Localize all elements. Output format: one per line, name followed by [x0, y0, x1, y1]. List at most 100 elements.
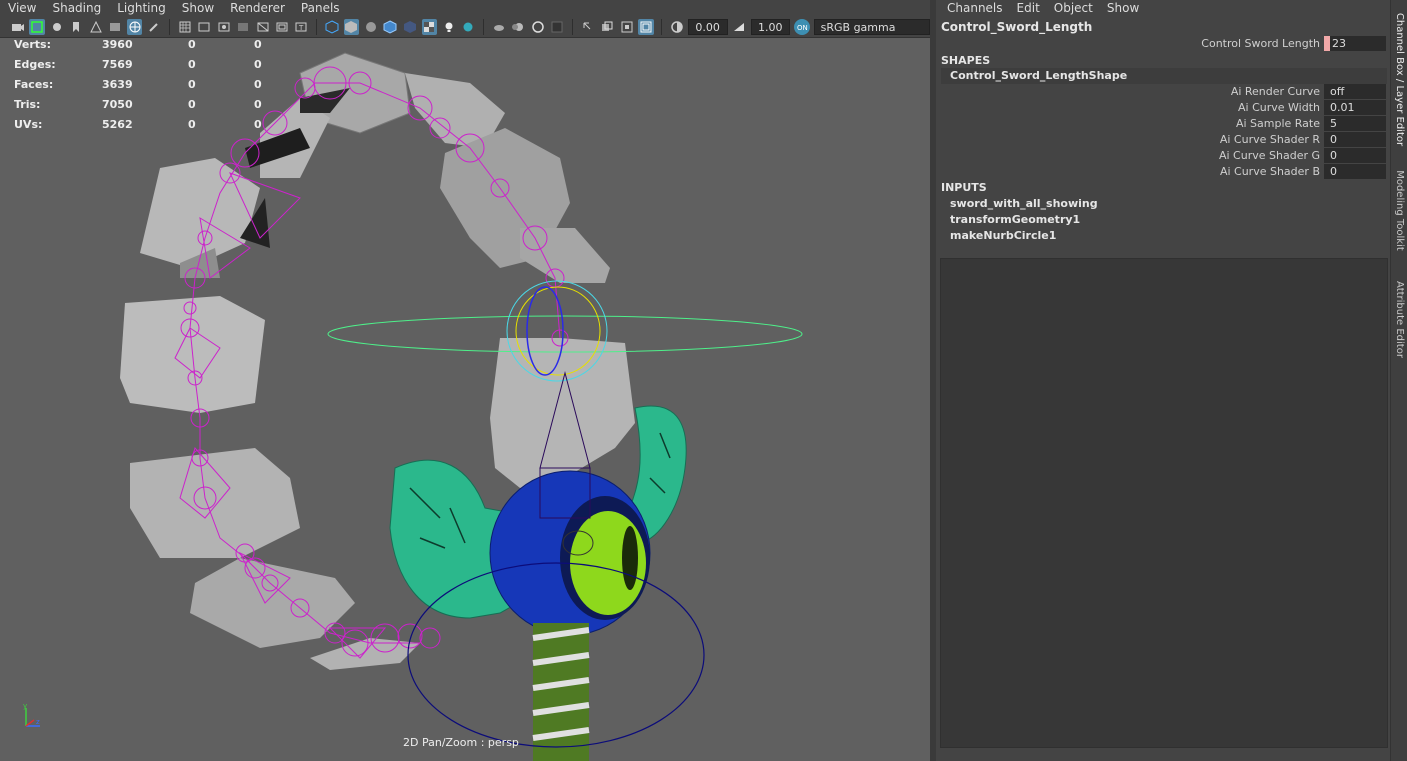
- xray-joints-icon[interactable]: [599, 19, 614, 35]
- hud-value: 0: [188, 118, 196, 131]
- hud-label: UVs:: [14, 118, 43, 131]
- hud-value: 0: [254, 38, 262, 51]
- ambient-occlusion-icon[interactable]: [491, 19, 506, 35]
- tab-attribute-editor[interactable]: Attribute Editor: [1391, 272, 1407, 367]
- attr-value-field[interactable]: off: [1324, 84, 1386, 99]
- menu-renderer[interactable]: Renderer: [222, 0, 293, 16]
- default-material-icon[interactable]: [363, 19, 378, 35]
- input-node-make-nurb-circle[interactable]: makeNurbCircle1: [950, 229, 1056, 242]
- menu-panels[interactable]: Panels: [293, 0, 348, 16]
- attr-row-ai-sample-rate[interactable]: Ai Sample Rate 5: [936, 116, 1390, 132]
- attr-row-ai-curve-shader-g[interactable]: Ai Curve Shader G 0: [936, 148, 1390, 164]
- toolbar-divider: [483, 18, 485, 35]
- tab-modeling-toolkit[interactable]: Modeling Toolkit: [1391, 160, 1407, 260]
- image-plane-icon[interactable]: [88, 19, 103, 35]
- exposure-icon[interactable]: [669, 19, 684, 35]
- textured-icon[interactable]: [421, 18, 438, 35]
- gamma-field[interactable]: 1.00: [750, 18, 791, 35]
- field-chart-icon[interactable]: [255, 19, 270, 35]
- isolate-select-icon[interactable]: [580, 19, 595, 35]
- attr-row-ai-curve-shader-b[interactable]: Ai Curve Shader B 0: [936, 164, 1390, 180]
- shadows-icon[interactable]: [461, 19, 476, 35]
- grease-pencil-icon[interactable]: [107, 19, 122, 35]
- hud-value: 3960: [102, 38, 133, 51]
- attr-label: Control Sword Length: [1201, 37, 1320, 50]
- hud-value: 0: [188, 78, 196, 91]
- motion-blur-icon[interactable]: [511, 19, 526, 35]
- hud-label: Edges:: [14, 58, 56, 71]
- channel-box: Channels Edit Object Show Control_Sword_…: [936, 0, 1390, 761]
- attr-label: Ai Curve Shader R: [1219, 133, 1320, 146]
- bookmark-icon[interactable]: [68, 19, 83, 35]
- hud-value: 0: [254, 118, 262, 131]
- channel-box-menubar: Channels Edit Object Show: [936, 0, 1390, 16]
- tab-label: Channel Box / Layer Editor: [1394, 12, 1406, 146]
- shape-node-row[interactable]: Control_Sword_LengthShape: [941, 68, 1387, 84]
- svg-text:ON: ON: [797, 24, 808, 32]
- exposure-field[interactable]: 0.00: [688, 18, 728, 35]
- eye-ring: [489, 470, 651, 636]
- wireframe-icon[interactable]: [324, 19, 339, 35]
- grid-icon[interactable]: [177, 19, 192, 35]
- attr-value-field[interactable]: 0.01: [1324, 100, 1386, 115]
- lights-icon[interactable]: [441, 19, 456, 35]
- attr-value-field[interactable]: 0: [1324, 148, 1386, 163]
- depth-of-field-icon[interactable]: [550, 19, 565, 35]
- menu-show[interactable]: Show: [174, 0, 222, 16]
- attr-value-field[interactable]: 0: [1324, 164, 1386, 179]
- xray-active-icon[interactable]: [619, 19, 634, 35]
- menu-shading[interactable]: Shading: [44, 0, 109, 16]
- 3d-viewport[interactable]: Verts: 3960 0 0 Edges: 7569 0 0 Faces: 3639 0 0 T…: [0, 38, 930, 761]
- safe-title-icon[interactable]: T: [294, 19, 309, 35]
- film-gate-icon[interactable]: [196, 19, 211, 35]
- backface-culling-icon[interactable]: [638, 18, 654, 35]
- xray-icon[interactable]: [402, 19, 417, 35]
- safe-action-icon[interactable]: [274, 19, 289, 35]
- bookmark-camera-icon[interactable]: [49, 19, 64, 35]
- hud-label: Tris:: [14, 98, 41, 111]
- layer-editor-area[interactable]: [940, 258, 1388, 748]
- menu-channels[interactable]: Channels: [940, 1, 1010, 15]
- gate-mask-icon[interactable]: [235, 19, 250, 35]
- hud-value: 0: [254, 98, 262, 111]
- toolbar-divider: [316, 18, 318, 35]
- input-node-transform-geometry[interactable]: transformGeometry1: [950, 213, 1080, 226]
- selected-object-name[interactable]: Control_Sword_Length: [941, 20, 1092, 34]
- viewport-menubar: View Shading Lighting Show Renderer Pane…: [0, 0, 930, 16]
- tab-label: Modeling Toolkit: [1394, 169, 1405, 251]
- gamma-icon[interactable]: [732, 19, 747, 35]
- svg-text:T: T: [298, 24, 304, 32]
- color-management-icon[interactable]: ON: [794, 18, 810, 35]
- camera-attributes-icon[interactable]: [29, 18, 45, 35]
- menu-object[interactable]: Object: [1047, 1, 1100, 15]
- view-transform-dropdown[interactable]: sRGB gamma: [813, 18, 930, 35]
- scene-render[interactable]: [0, 38, 930, 761]
- side-tab-bar: Channel Box / Layer Editor Modeling Tool…: [1390, 0, 1407, 761]
- attr-row-ai-curve-shader-r[interactable]: Ai Curve Shader R 0: [936, 132, 1390, 148]
- attr-row-control-sword-length[interactable]: Control Sword Length 23: [936, 36, 1390, 52]
- menu-show-channels[interactable]: Show: [1100, 1, 1146, 15]
- hud-value: 0: [188, 98, 196, 111]
- attr-value-field[interactable]: 5: [1324, 116, 1386, 131]
- anti-aliasing-icon[interactable]: [530, 19, 545, 35]
- resolution-gate-icon[interactable]: [216, 19, 231, 35]
- attr-value-field[interactable]: 0: [1324, 132, 1386, 147]
- tab-channel-box-layer-editor[interactable]: Channel Box / Layer Editor: [1391, 4, 1407, 154]
- input-node-sword-with-all-showing[interactable]: sword_with_all_showing: [950, 197, 1098, 210]
- hud-row-edges: Edges: 7569 0 0: [14, 58, 262, 78]
- hud-value: 0: [254, 58, 262, 71]
- tab-label: Attribute Editor: [1394, 281, 1405, 358]
- menu-view[interactable]: View: [0, 0, 44, 16]
- attr-row-ai-render-curve[interactable]: Ai Render Curve off: [936, 84, 1390, 100]
- attr-label: Ai Render Curve: [1230, 85, 1320, 98]
- menu-lighting[interactable]: Lighting: [109, 0, 174, 16]
- hud-value: 7050: [102, 98, 133, 111]
- camera-icon[interactable]: [10, 19, 25, 35]
- menu-edit[interactable]: Edit: [1010, 1, 1047, 15]
- 2d-pan-zoom-icon[interactable]: [126, 18, 143, 35]
- attr-row-ai-curve-width[interactable]: Ai Curve Width 0.01: [936, 100, 1390, 116]
- pencil-icon[interactable]: [146, 19, 161, 35]
- smooth-shade-icon[interactable]: [343, 18, 360, 35]
- wireframe-on-shaded-icon[interactable]: [383, 19, 398, 35]
- attr-value-field[interactable]: 23: [1324, 36, 1386, 51]
